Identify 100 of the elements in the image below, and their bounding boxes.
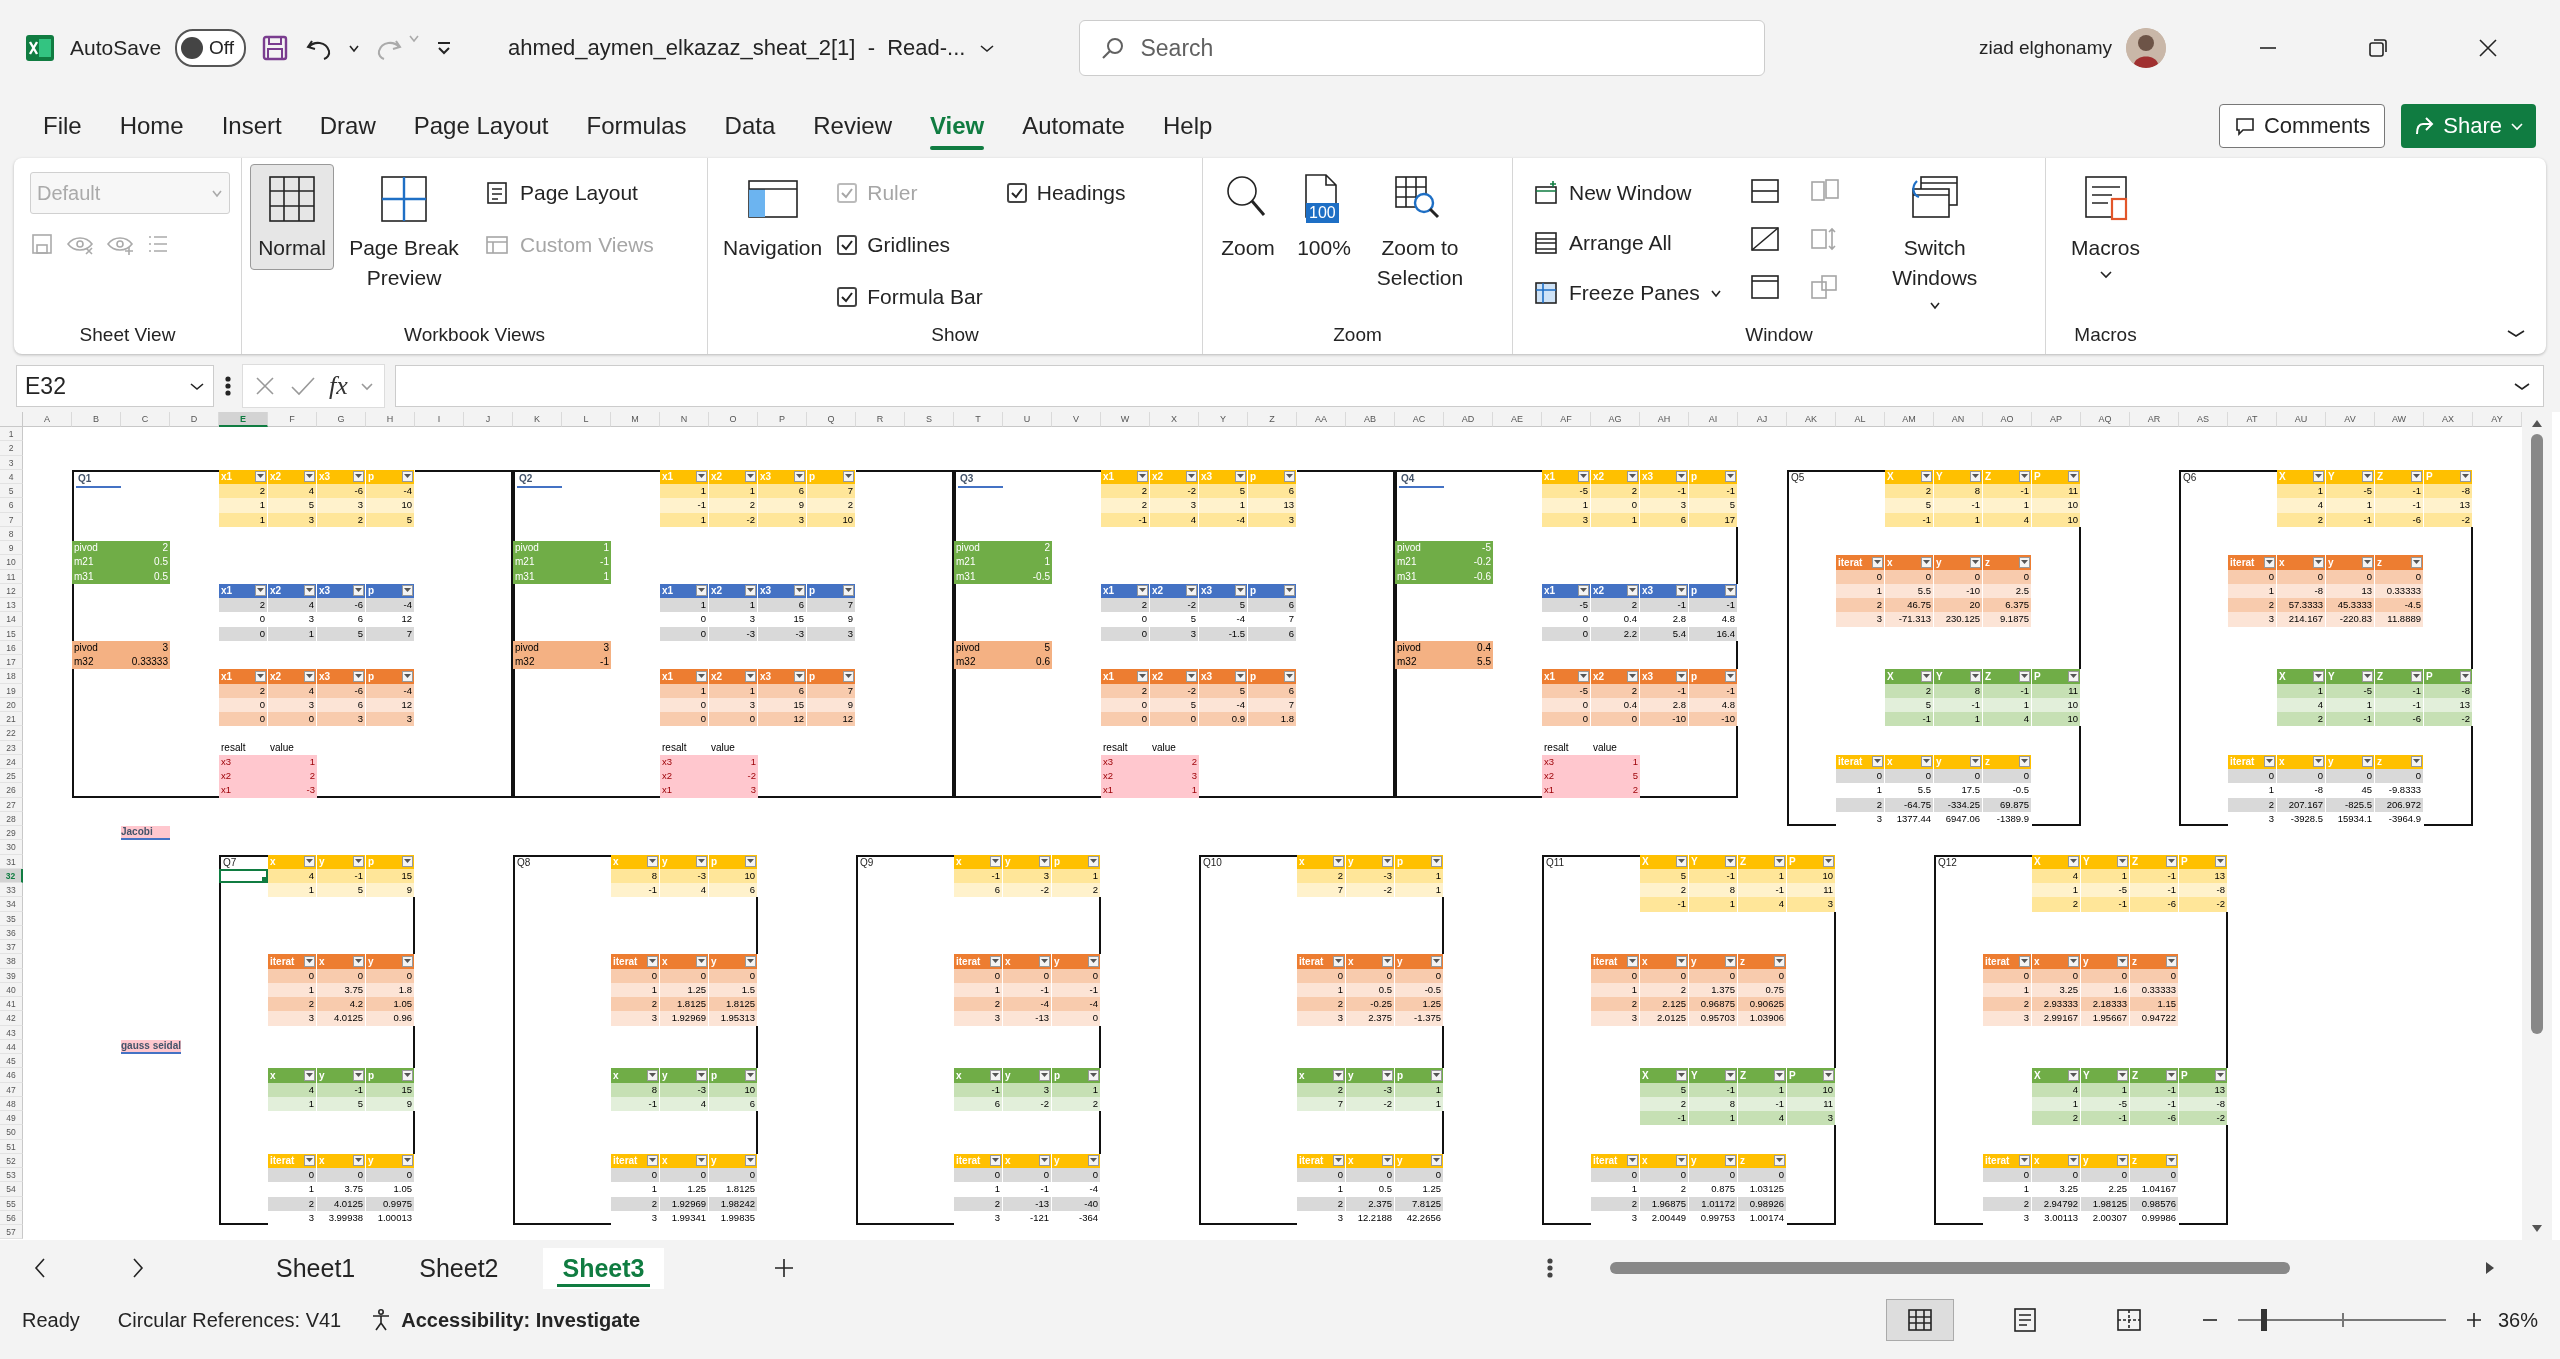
filter-button[interactable]: [2019, 556, 2030, 568]
filter-button[interactable]: [745, 585, 756, 597]
filter-button[interactable]: [304, 1069, 315, 1081]
filter-button[interactable]: [1774, 955, 1785, 967]
filter-button[interactable]: [1676, 471, 1687, 483]
filter-button[interactable]: [304, 471, 315, 483]
column-heading[interactable]: S: [905, 412, 954, 427]
filter-button[interactable]: [2117, 1069, 2128, 1081]
view-button[interactable]: Page Break Preview: [342, 164, 466, 301]
filter-button[interactable]: [2313, 670, 2324, 682]
filter-button[interactable]: [1039, 1155, 1050, 1167]
user-name[interactable]: ziad elghonamy: [1978, 37, 2112, 59]
filter-button[interactable]: [2117, 856, 2128, 868]
column-heading[interactable]: X: [1150, 412, 1199, 427]
filter-button[interactable]: [1137, 471, 1148, 483]
filter-button[interactable]: [1970, 556, 1981, 568]
row-heading[interactable]: 22: [0, 726, 23, 741]
filter-button[interactable]: [990, 1155, 1001, 1167]
filter-button[interactable]: [745, 1069, 756, 1081]
row-heading[interactable]: 37: [0, 940, 23, 955]
filter-button[interactable]: [696, 1155, 707, 1167]
row-heading[interactable]: 2: [0, 441, 23, 456]
column-heading[interactable]: Y: [1199, 412, 1248, 427]
ribbon-tab[interactable]: Home: [100, 96, 203, 156]
normal-view-button[interactable]: [1885, 1299, 1954, 1341]
filter-button[interactable]: [1039, 1069, 1050, 1081]
filter-button[interactable]: [353, 856, 364, 868]
row-heading[interactable]: 42: [0, 1011, 23, 1026]
filter-button[interactable]: [794, 471, 805, 483]
column-heading[interactable]: AH: [1640, 412, 1689, 427]
filter-button[interactable]: [1872, 556, 1883, 568]
filter-button[interactable]: [794, 585, 805, 597]
filter-button[interactable]: [2166, 856, 2177, 868]
ribbon-tab[interactable]: Insert: [202, 96, 301, 156]
filter-button[interactable]: [353, 1069, 364, 1081]
row-heading[interactable]: 25: [0, 769, 23, 784]
filter-button[interactable]: [402, 670, 413, 682]
filter-button[interactable]: [2019, 471, 2030, 483]
autosave-toggle[interactable]: Off: [175, 29, 247, 67]
column-heading[interactable]: P: [758, 412, 807, 427]
filter-button[interactable]: [2313, 556, 2324, 568]
sheet-tab[interactable]: Sheet2: [399, 1247, 519, 1289]
filter-button[interactable]: [2166, 1069, 2177, 1081]
column-heading[interactable]: AN: [1934, 412, 1983, 427]
filter-button[interactable]: [1431, 955, 1442, 967]
filter-button[interactable]: [745, 1155, 756, 1167]
column-heading[interactable]: R: [856, 412, 905, 427]
ribbon-tab[interactable]: Help: [1143, 96, 1232, 156]
filter-button[interactable]: [745, 856, 756, 868]
filter-button[interactable]: [1970, 670, 1981, 682]
filter-button[interactable]: [990, 856, 1001, 868]
row-heading[interactable]: 45: [0, 1054, 23, 1069]
cell-selection[interactable]: [219, 868, 268, 883]
filter-button[interactable]: [1088, 1069, 1099, 1081]
filter-button[interactable]: [745, 471, 756, 483]
column-heading[interactable]: AA: [1297, 412, 1346, 427]
row-heading[interactable]: 21: [0, 712, 23, 727]
filter-button[interactable]: [1186, 670, 1197, 682]
sheet-tab[interactable]: Sheet3: [542, 1247, 665, 1289]
column-heading[interactable]: H: [366, 412, 415, 427]
document-title[interactable]: ahmed_aymen_elkazaz_sheat_2[1] - Read-...: [508, 35, 966, 61]
filter-button[interactable]: [647, 1069, 658, 1081]
navigation-button[interactable]: Navigation: [716, 164, 830, 271]
filter-button[interactable]: [1676, 585, 1687, 597]
filter-button[interactable]: [402, 585, 413, 597]
row-heading[interactable]: 54: [0, 1182, 23, 1197]
filter-button[interactable]: [1235, 670, 1246, 682]
filter-button[interactable]: [1578, 585, 1589, 597]
filter-button[interactable]: [2264, 756, 2275, 768]
filter-button[interactable]: [1676, 1069, 1687, 1081]
column-heading[interactable]: Q: [807, 412, 856, 427]
filter-button[interactable]: [2264, 556, 2275, 568]
filter-button[interactable]: [304, 856, 315, 868]
filter-button[interactable]: [696, 856, 707, 868]
filter-button[interactable]: [696, 471, 707, 483]
filter-button[interactable]: [794, 670, 805, 682]
filter-button[interactable]: [1725, 585, 1736, 597]
row-heading[interactable]: 53: [0, 1168, 23, 1183]
switch-windows-button[interactable]: Switch Windows: [1867, 164, 2002, 317]
filter-button[interactable]: [1333, 856, 1344, 868]
insert-function-button[interactable]: fx: [329, 371, 348, 401]
ribbon-tab[interactable]: Review: [794, 96, 911, 156]
column-heading[interactable]: D: [170, 412, 219, 427]
close-icon[interactable]: [2478, 38, 2498, 58]
filter-button[interactable]: [1382, 955, 1393, 967]
row-heading[interactable]: 18: [0, 669, 23, 684]
filter-button[interactable]: [990, 1069, 1001, 1081]
filter-button[interactable]: [647, 955, 658, 967]
filter-button[interactable]: [1284, 670, 1295, 682]
row-heading[interactable]: 33: [0, 883, 23, 898]
row-heading[interactable]: 14: [0, 612, 23, 627]
column-heading[interactable]: A: [23, 412, 72, 427]
window-button[interactable]: Freeze Panes: [1533, 272, 1722, 314]
filter-button[interactable]: [2068, 1069, 2079, 1081]
column-heading[interactable]: AX: [2424, 412, 2473, 427]
filter-button[interactable]: [1235, 471, 1246, 483]
column-heading[interactable]: B: [72, 412, 121, 427]
filter-button[interactable]: [1970, 471, 1981, 483]
filter-button[interactable]: [2068, 1155, 2079, 1167]
column-heading[interactable]: AK: [1787, 412, 1836, 427]
